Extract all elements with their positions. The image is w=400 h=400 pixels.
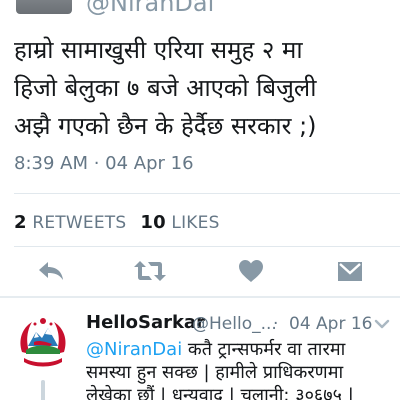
reply-date: 04 Apr 16 xyxy=(289,314,373,334)
like-button[interactable] xyxy=(234,254,268,288)
mention-link[interactable]: @NiranDai xyxy=(86,339,182,360)
nepal-government-emblem-icon xyxy=(12,312,74,374)
reply-avatar[interactable] xyxy=(12,312,74,374)
reply-tweet[interactable]: HelloSarkar @Hello_... · 04 Apr 16 @Nira… xyxy=(0,298,400,400)
retweets-count[interactable]: 2 xyxy=(14,212,27,233)
author-handle[interactable]: @NiranDai xyxy=(86,0,214,15)
tweet-detail-screen: @NiranDai हाम्रो सामाखुसी एरिया समुह २ म… xyxy=(0,0,400,400)
reply-button[interactable] xyxy=(34,254,68,288)
tweet-timestamp: 8:39 AM · 04 Apr 16 xyxy=(14,153,194,174)
divider xyxy=(14,193,400,194)
tweet-text-line-3: अझै गएको छैन के हेर्दैछ सरकार ;) xyxy=(14,112,317,140)
tweet-text: हाम्रो सामाखुसी एरिया समुह २ मा हिजो बेलु… xyxy=(14,31,394,145)
reply-text: @NiranDai कतै ट्रान्सफर्मर वा तारमा समस्य… xyxy=(86,338,400,400)
retweet-button[interactable] xyxy=(133,254,167,288)
thread-line xyxy=(41,380,45,400)
direct-message-button[interactable] xyxy=(333,254,367,288)
reply-separator: · xyxy=(273,314,279,334)
likes-label[interactable]: LIKES xyxy=(171,213,219,233)
reply-text-part-1: कतै ट्रान्सफर्मर वा तारमा xyxy=(182,339,346,360)
reply-text-line-2: समस्या हुन सक्छ | हामीले प्राधिकरणमा xyxy=(86,362,344,383)
tweet-text-line-1: हाम्रो सामाखुसी एरिया समुह २ मा xyxy=(14,36,303,64)
reply-author-name[interactable]: HelloSarkar xyxy=(86,312,205,334)
retweet-icon xyxy=(134,261,166,281)
divider xyxy=(14,246,400,247)
tweet-author-row[interactable]: @NiranDai xyxy=(0,0,400,16)
retweets-label[interactable]: RETWEETS xyxy=(32,213,126,233)
reply-text-line-3: लेखेका छौं | धन्यवाद | चलानी: ३०६७५ | xyxy=(86,385,354,400)
author-avatar[interactable] xyxy=(16,0,72,14)
tweet-action-bar xyxy=(0,254,400,288)
reply-icon xyxy=(39,262,63,280)
chevron-down-icon[interactable] xyxy=(374,318,390,330)
tweet-stats: 2 RETWEETS 10 LIKES xyxy=(14,212,220,234)
like-icon xyxy=(239,260,263,282)
tweet-text-line-2: हिजो बेलुका ७ बजे आएको बिजुली xyxy=(14,74,317,102)
likes-count[interactable]: 10 xyxy=(140,212,165,233)
direct-message-icon xyxy=(338,262,362,281)
reply-author-handle[interactable]: @Hello_... xyxy=(192,313,277,335)
